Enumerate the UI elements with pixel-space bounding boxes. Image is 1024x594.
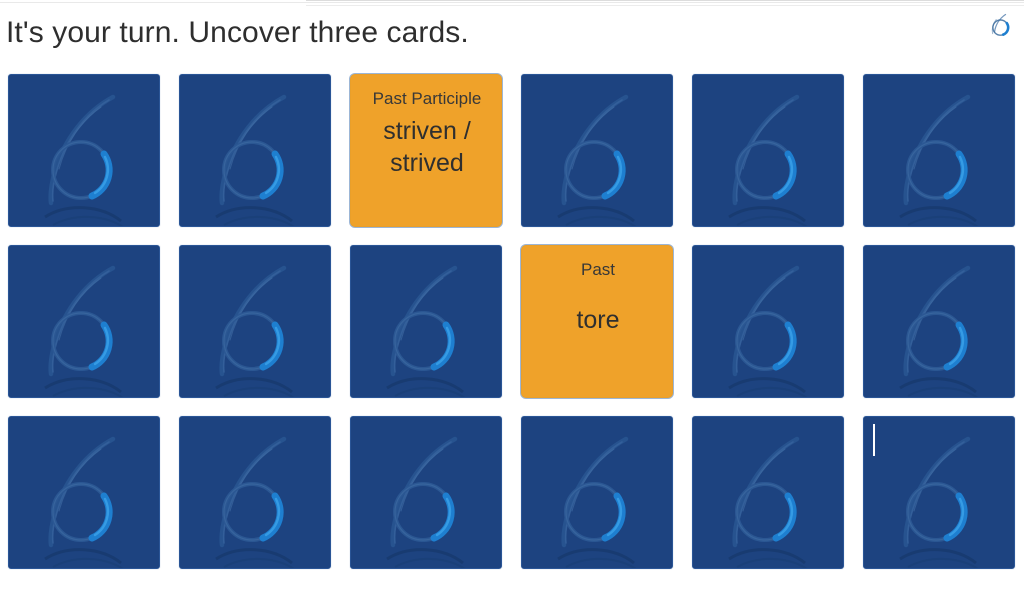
- crescent-swoosh-card-back-icon: [864, 246, 1015, 398]
- memory-card-r2c6[interactable]: [863, 245, 1015, 398]
- memory-card-r3c1[interactable]: [8, 416, 160, 569]
- crescent-swoosh-card-back-icon: [522, 417, 673, 569]
- card-tense-label: Past Participle: [372, 89, 482, 108]
- memory-card-r2c5[interactable]: [692, 245, 844, 398]
- memory-card-r1c5[interactable]: [692, 74, 844, 227]
- page-title: It's your turn. Uncover three cards.: [6, 16, 469, 49]
- memory-card-r3c4[interactable]: [521, 416, 673, 569]
- memory-card-r3c3[interactable]: [350, 416, 502, 569]
- memory-card-r1c3[interactable]: Past Participle striven / strived: [350, 74, 502, 227]
- memory-card-r1c2[interactable]: [179, 74, 331, 227]
- top-hairline-right: [306, 0, 1024, 1]
- memory-card-r2c1[interactable]: [8, 245, 160, 398]
- card-word-value: striven / strived: [383, 117, 471, 177]
- crescent-swoosh-card-back-icon: [693, 417, 844, 569]
- memory-card-r1c6[interactable]: [863, 74, 1015, 227]
- crescent-swoosh-card-back-icon: [9, 417, 160, 569]
- card-word-value: tore: [576, 306, 620, 334]
- crescent-swoosh-card-back-icon: [180, 75, 331, 227]
- top-hairline-right-secondary: [306, 5, 1024, 6]
- memory-card-r2c4[interactable]: Past tore: [521, 245, 673, 398]
- crescent-swoosh-card-back-icon: [864, 417, 1015, 569]
- memory-card-r3c5[interactable]: [692, 416, 844, 569]
- text-caret-cursor: [873, 424, 875, 456]
- memory-card-board: Past Participle striven / strived Past tore: [8, 74, 1024, 594]
- memory-card-r2c3[interactable]: [350, 245, 502, 398]
- crescent-swoosh-card-back-icon: [180, 246, 331, 398]
- memory-card-r3c2[interactable]: [179, 416, 331, 569]
- memory-card-r1c1[interactable]: [8, 74, 160, 227]
- crescent-swoosh-card-back-icon: [351, 417, 502, 569]
- memory-card-r2c2[interactable]: [179, 245, 331, 398]
- top-hairline-left: [0, 2, 1024, 3]
- page-header: It's your turn. Uncover three cards.: [0, 8, 1024, 64]
- crescent-swoosh-card-back-icon: [693, 246, 844, 398]
- crescent-swoosh-card-back-icon: [693, 75, 844, 227]
- crescent-swoosh-card-back-icon: [864, 75, 1015, 227]
- crescent-swoosh-card-back-icon: [180, 417, 331, 569]
- crescent-swoosh-card-back-icon: [522, 75, 673, 227]
- crescent-swoosh-card-back-icon: [9, 75, 160, 227]
- crescent-swoosh-card-back-icon: [351, 246, 502, 398]
- crescent-swoosh-card-back-icon: [9, 246, 160, 398]
- card-tense-label: Past: [580, 260, 616, 279]
- crescent-swoosh-logo-icon: [983, 10, 1017, 44]
- memory-card-r1c4[interactable]: [521, 74, 673, 227]
- memory-card-r3c6[interactable]: [863, 416, 1015, 569]
